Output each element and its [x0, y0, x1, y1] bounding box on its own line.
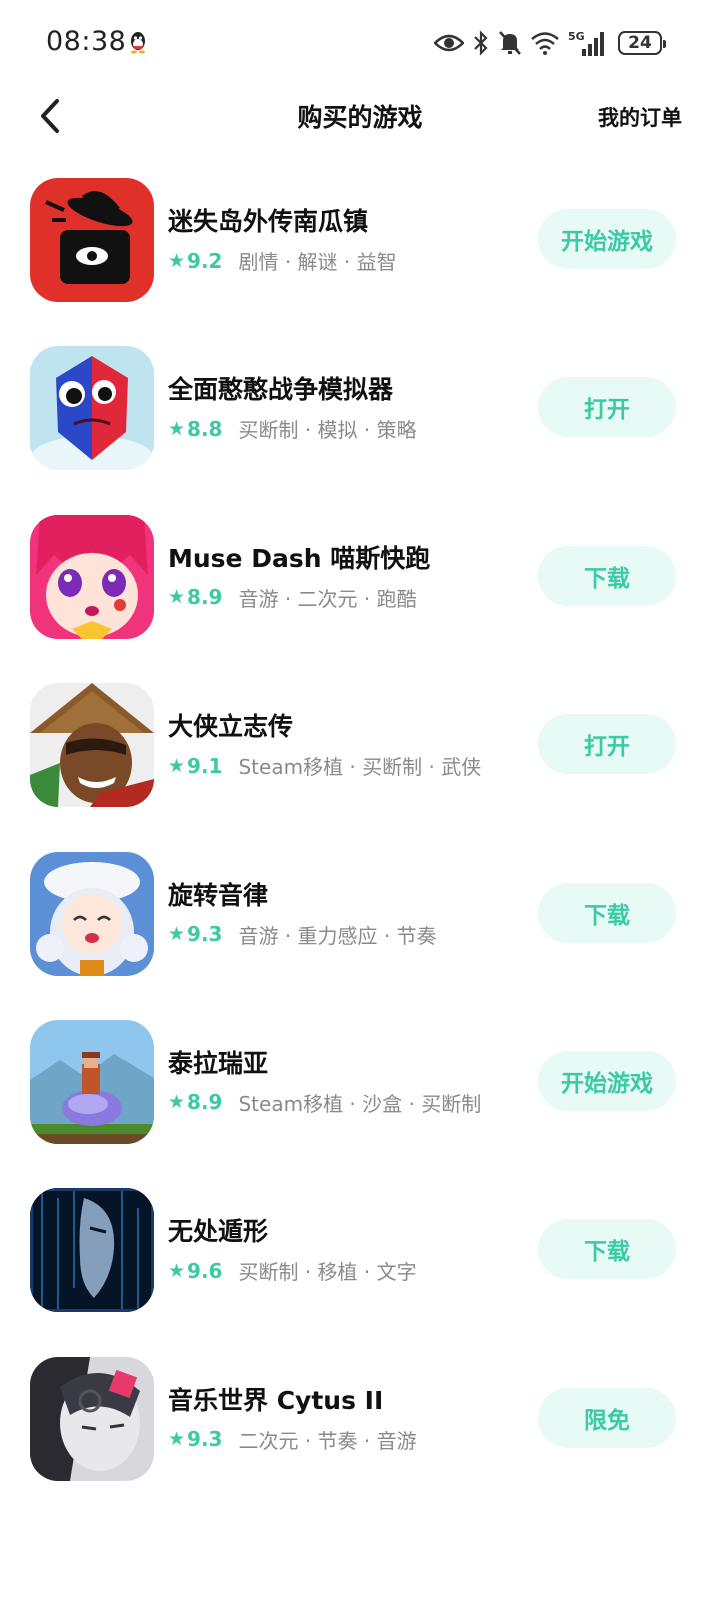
game-meta: ★ 9.6 买断制 · 移植 · 文字 — [168, 1256, 417, 1285]
wifi-icon — [530, 31, 560, 55]
game-meta: ★ 9.2 剧情 · 解谜 · 益智 — [168, 246, 397, 275]
star-icon: ★ — [168, 754, 186, 777]
game-name: 无处遁形 — [168, 1217, 269, 1247]
star-icon: ★ — [168, 1428, 186, 1451]
game-item[interactable]: Muse Dash 喵斯快跑 ★ 8.9 音游 · 二次元 · 跑酷 下载 — [0, 513, 720, 681]
download-button[interactable]: 下载 — [538, 882, 676, 943]
start-game-button[interactable]: 开始游戏 — [538, 1050, 676, 1111]
game-rating: 9.3 — [187, 1427, 223, 1452]
game-meta: ★ 8.8 买断制 · 模拟 · 策略 — [168, 414, 417, 443]
game-tags: 二次元 · 节奏 · 音游 — [238, 1428, 417, 1453]
eye-icon — [434, 33, 464, 53]
game-icon-hero-story[interactable] — [30, 683, 154, 808]
star-icon: ★ — [168, 417, 186, 440]
status-time: 08:38 — [46, 26, 127, 57]
purchased-games-list: 迷失岛外传南瓜镇 ★ 9.2 剧情 · 解谜 · 益智 开始游戏 全面憨憨战争模… — [0, 176, 720, 1523]
game-item[interactable]: 旋转音律 ★ 9.3 音游 · 重力感应 · 节奏 下载 — [0, 850, 720, 1018]
game-rating: 9.3 — [187, 922, 223, 947]
game-rating: 9.6 — [187, 1258, 223, 1283]
game-meta: ★ 9.3 二次元 · 节奏 · 音游 — [168, 1425, 417, 1454]
game-name: 迷失岛外传南瓜镇 — [168, 207, 369, 236]
game-icon-lost-island[interactable] — [30, 178, 154, 302]
open-button[interactable]: 打开 — [538, 377, 676, 438]
game-icon-totally-accurate-battle-simulator[interactable] — [30, 346, 154, 471]
game-tags: Steam移植 · 沙盒 · 买断制 — [238, 1091, 482, 1116]
qq-icon — [128, 30, 148, 54]
game-meta: ★ 8.9 音游 · 二次元 · 跑酷 — [168, 583, 417, 612]
game-rating: 8.8 — [187, 416, 223, 441]
game-tags: 买断制 · 移植 · 文字 — [238, 1260, 417, 1285]
status-bar: 08:38 5G 24 — [0, 0, 720, 84]
game-icon-muse-dash[interactable] — [30, 514, 154, 639]
mute-bell-icon — [498, 30, 522, 56]
game-name: 泰拉瑞亚 — [168, 1048, 269, 1078]
game-tags: 剧情 · 解谜 · 益智 — [238, 250, 397, 274]
game-icon-terraria[interactable] — [30, 1019, 154, 1144]
game-icon-rotaeno[interactable] — [30, 851, 154, 976]
game-item[interactable]: 大侠立志传 ★ 9.1 Steam移植 · 买断制 · 武侠 打开 — [0, 681, 720, 849]
open-button[interactable]: 打开 — [538, 714, 676, 775]
download-button[interactable]: 下载 — [538, 1219, 676, 1280]
game-rating: 8.9 — [187, 585, 223, 610]
game-rating: 8.9 — [187, 1090, 223, 1115]
free-limited-button[interactable]: 限免 — [538, 1387, 676, 1448]
game-name: 全面憨憨战争模拟器 — [168, 375, 394, 405]
game-item[interactable]: 音乐世界 Cytus II ★ 9.3 二次元 · 节奏 · 音游 限免 — [0, 1355, 720, 1523]
game-meta: ★ 8.9 Steam移植 · 沙盒 · 买断制 — [168, 1088, 481, 1117]
star-icon: ★ — [168, 586, 186, 609]
my-orders-link[interactable]: 我的订单 — [598, 102, 682, 132]
game-name: 旋转音律 — [168, 880, 269, 910]
game-tags: Steam移植 · 买断制 · 武侠 — [238, 755, 482, 780]
battery-icon: 24 — [618, 31, 666, 55]
app-header: 购买的游戏 我的订单 — [0, 84, 720, 150]
game-name: 音乐世界 Cytus II — [168, 1385, 384, 1415]
game-tags: 音游 · 二次元 · 跑酷 — [238, 586, 417, 611]
start-game-button[interactable]: 开始游戏 — [538, 209, 676, 269]
game-item[interactable]: 无处遁形 ★ 9.6 买断制 · 移植 · 文字 下载 — [0, 1186, 720, 1354]
signal-icon: 5G — [568, 29, 610, 57]
star-icon: ★ — [168, 923, 186, 946]
game-meta: ★ 9.3 音游 · 重力感应 · 节奏 — [168, 920, 437, 949]
star-icon: ★ — [168, 1259, 186, 1282]
game-rating: 9.2 — [187, 248, 223, 273]
game-item[interactable]: 全面憨憨战争模拟器 ★ 8.8 买断制 · 模拟 · 策略 打开 — [0, 344, 720, 512]
game-item[interactable]: 泰拉瑞亚 ★ 8.9 Steam移植 · 沙盒 · 买断制 开始游戏 — [0, 1018, 720, 1186]
game-name: 大侠立志传 — [168, 712, 294, 742]
game-icon-nowhere-to-hide[interactable] — [30, 1188, 154, 1313]
game-meta: ★ 9.1 Steam移植 · 买断制 · 武侠 — [168, 751, 481, 780]
battery-level: 24 — [628, 33, 652, 53]
game-item[interactable]: 迷失岛外传南瓜镇 ★ 9.2 剧情 · 解谜 · 益智 开始游戏 — [0, 176, 720, 344]
game-name: Muse Dash 喵斯快跑 — [168, 543, 431, 573]
star-icon: ★ — [168, 1091, 186, 1114]
game-tags: 音游 · 重力感应 · 节奏 — [238, 923, 437, 948]
bluetooth-icon — [472, 30, 490, 56]
game-tags: 买断制 · 模拟 · 策略 — [238, 418, 417, 443]
star-icon: ★ — [168, 249, 186, 272]
game-rating: 9.1 — [187, 753, 223, 778]
download-button[interactable]: 下载 — [538, 545, 676, 606]
svg-text:5G: 5G — [568, 30, 585, 43]
game-icon-cytus-ii[interactable] — [30, 1356, 154, 1481]
